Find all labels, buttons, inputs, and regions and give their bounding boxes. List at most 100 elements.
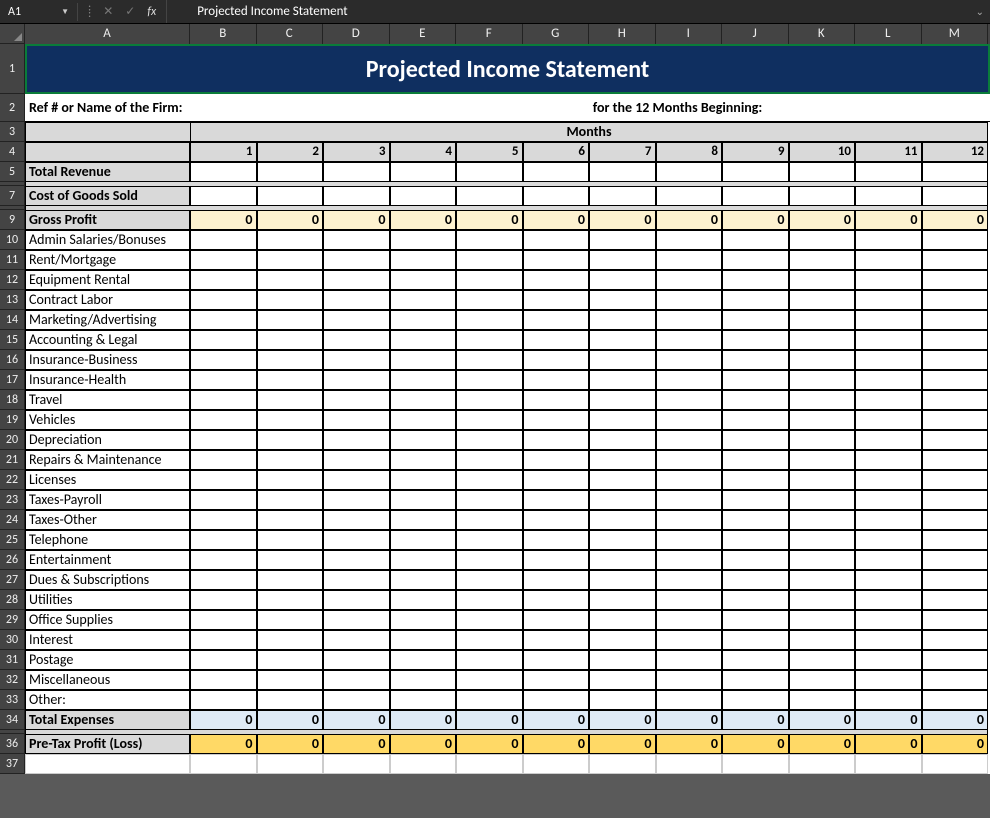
data-cell[interactable] — [190, 230, 257, 250]
row-label[interactable]: Travel — [25, 390, 190, 410]
data-cell[interactable] — [722, 530, 789, 550]
row-header-34[interactable]: 34 — [0, 710, 25, 730]
data-cell[interactable] — [390, 590, 457, 610]
data-cell[interactable] — [722, 690, 789, 710]
data-cell[interactable] — [456, 250, 523, 270]
data-cell[interactable] — [190, 430, 257, 450]
data-cell[interactable] — [323, 550, 390, 570]
data-cell[interactable] — [257, 630, 324, 650]
data-cell[interactable] — [523, 590, 590, 610]
data-cell[interactable] — [190, 670, 257, 690]
data-cell[interactable] — [323, 310, 390, 330]
data-cell[interactable] — [523, 670, 590, 690]
data-cell[interactable] — [922, 250, 989, 270]
data-cell[interactable]: 0 — [323, 210, 390, 230]
month-header-3[interactable]: 3 — [323, 142, 390, 162]
data-cell[interactable] — [323, 650, 390, 670]
data-cell[interactable] — [390, 350, 457, 370]
data-cell[interactable] — [456, 490, 523, 510]
data-cell[interactable] — [589, 510, 656, 530]
data-cell[interactable]: 0 — [523, 734, 590, 754]
data-cell[interactable] — [257, 290, 324, 310]
data-cell[interactable] — [190, 570, 257, 590]
data-cell[interactable] — [257, 270, 324, 290]
data-cell[interactable] — [855, 470, 922, 490]
data-cell[interactable] — [257, 390, 324, 410]
row-header-2[interactable]: 2 — [0, 94, 25, 122]
col-header-M[interactable]: M — [922, 24, 989, 44]
data-cell[interactable] — [190, 530, 257, 550]
data-cell[interactable] — [855, 390, 922, 410]
data-cell[interactable] — [523, 650, 590, 670]
data-cell[interactable] — [855, 162, 922, 182]
data-cell[interactable] — [722, 370, 789, 390]
data-cell[interactable]: 0 — [855, 734, 922, 754]
data-cell[interactable] — [190, 290, 257, 310]
data-cell[interactable] — [190, 610, 257, 630]
data-cell[interactable] — [190, 510, 257, 530]
data-cell[interactable] — [789, 250, 856, 270]
data-cell[interactable] — [722, 310, 789, 330]
data-cell[interactable] — [257, 650, 324, 670]
data-cell[interactable] — [656, 330, 723, 350]
title-band[interactable]: Projected Income Statement — [25, 44, 990, 94]
data-cell[interactable] — [456, 230, 523, 250]
row-label[interactable]: Repairs & Maintenance — [25, 450, 190, 470]
data-cell[interactable] — [390, 670, 457, 690]
row-header-12[interactable]: 12 — [0, 270, 25, 290]
row-header-5[interactable]: 5 — [0, 162, 25, 182]
data-cell[interactable] — [190, 490, 257, 510]
data-cell[interactable]: 0 — [922, 710, 989, 730]
data-cell[interactable]: 0 — [190, 734, 257, 754]
data-cell[interactable] — [257, 230, 324, 250]
data-cell[interactable] — [323, 290, 390, 310]
data-cell[interactable] — [855, 670, 922, 690]
data-cell[interactable] — [390, 390, 457, 410]
row-header-18[interactable]: 18 — [0, 390, 25, 410]
data-cell[interactable]: 0 — [456, 210, 523, 230]
empty-cell[interactable] — [257, 754, 324, 774]
data-cell[interactable] — [722, 162, 789, 182]
col-header-I[interactable]: I — [656, 24, 723, 44]
data-cell[interactable] — [323, 186, 390, 206]
data-cell[interactable] — [722, 350, 789, 370]
data-cell[interactable] — [190, 410, 257, 430]
data-cell[interactable] — [855, 310, 922, 330]
data-cell[interactable] — [390, 430, 457, 450]
row-label[interactable]: Contract Labor — [25, 290, 190, 310]
data-cell[interactable] — [855, 186, 922, 206]
row-header-3[interactable]: 3 — [0, 122, 25, 142]
empty-cell[interactable] — [722, 754, 789, 774]
data-cell[interactable] — [190, 270, 257, 290]
data-cell[interactable] — [656, 650, 723, 670]
data-cell[interactable] — [589, 410, 656, 430]
row-header-29[interactable]: 29 — [0, 610, 25, 630]
row-label[interactable]: Total Revenue — [25, 162, 190, 182]
row-label[interactable]: Postage — [25, 650, 190, 670]
data-cell[interactable] — [922, 570, 989, 590]
data-cell[interactable] — [456, 410, 523, 430]
row-header-21[interactable]: 21 — [0, 450, 25, 470]
row-header-36[interactable]: 36 — [0, 734, 25, 754]
data-cell[interactable] — [390, 530, 457, 550]
firm-header-band[interactable]: Ref # or Name of the Firm: for the 12 Mo… — [25, 94, 990, 122]
data-cell[interactable] — [656, 230, 723, 250]
col-header-A[interactable]: A — [25, 24, 190, 44]
data-cell[interactable] — [722, 490, 789, 510]
row-header-7[interactable]: 7 — [0, 186, 25, 206]
data-cell[interactable] — [589, 650, 656, 670]
data-cell[interactable] — [789, 370, 856, 390]
row-label[interactable]: Accounting & Legal — [25, 330, 190, 350]
row-label[interactable]: Telephone — [25, 530, 190, 550]
data-cell[interactable] — [922, 290, 989, 310]
data-cell[interactable] — [589, 162, 656, 182]
data-cell[interactable] — [722, 230, 789, 250]
data-cell[interactable] — [390, 450, 457, 470]
data-cell[interactable] — [922, 550, 989, 570]
data-cell[interactable] — [323, 230, 390, 250]
data-cell[interactable] — [922, 162, 989, 182]
data-cell[interactable] — [722, 610, 789, 630]
row-label[interactable]: Miscellaneous — [25, 670, 190, 690]
row-header-15[interactable]: 15 — [0, 330, 25, 350]
data-cell[interactable] — [190, 690, 257, 710]
